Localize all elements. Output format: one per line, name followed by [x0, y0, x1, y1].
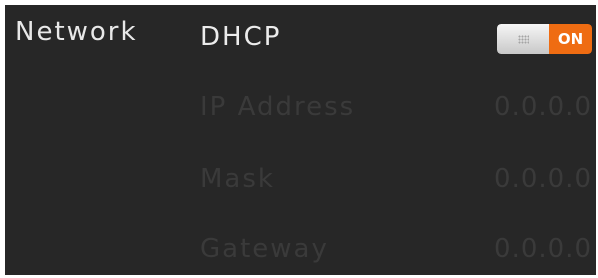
dhcp-label: DHCP [200, 22, 282, 52]
mask-label: Mask [200, 164, 275, 194]
toggle-knob[interactable] [497, 24, 549, 54]
grip-icon [517, 34, 529, 44]
gateway-value: 0.0.0.0 [494, 234, 592, 264]
ip-address-value: 0.0.0.0 [494, 92, 592, 122]
gateway-label: Gateway [200, 234, 329, 264]
dhcp-toggle[interactable]: ON [497, 24, 592, 54]
network-settings-panel: Network DHCP ON IP Address 0.0.0.0 Mask … [5, 5, 596, 275]
toggle-state-label: ON [549, 24, 592, 54]
ip-address-label: IP Address [200, 92, 356, 122]
section-title: Network [15, 17, 138, 47]
mask-value: 0.0.0.0 [494, 164, 592, 194]
